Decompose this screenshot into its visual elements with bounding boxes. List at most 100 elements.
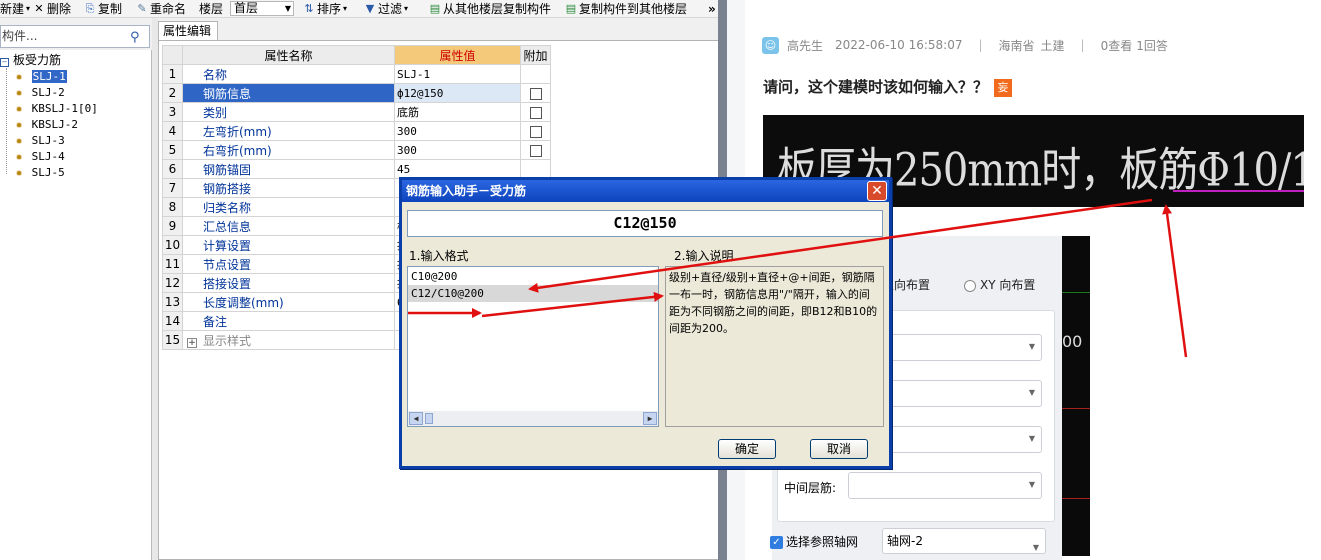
dialog-titlebar[interactable]: 钢筋输入助手－受力筋 ✕ [402, 180, 889, 202]
property-name[interactable]: 备注 [182, 311, 395, 331]
row-number: 10 [162, 235, 183, 255]
sort-button[interactable]: ⇅ 排序 ▾ [303, 0, 347, 17]
ok-button[interactable]: 确定 [718, 439, 776, 459]
floor-select[interactable]: 首层 ▼ [230, 1, 294, 16]
scroll-right-icon[interactable]: ▶ [643, 412, 657, 425]
property-name[interactable]: 钢筋锚固 [182, 159, 395, 179]
property-value[interactable]: 300 [394, 140, 521, 160]
extra-cell[interactable] [520, 140, 551, 160]
row-number: 1 [162, 64, 183, 84]
tree-item-label: SLJ-1 [31, 70, 67, 83]
tree-item[interactable]: ✹ SLJ-5 [13, 165, 65, 181]
new-button[interactable]: 新建 ▾ [0, 0, 30, 17]
table-row[interactable]: 4 左弯折(mm) 300 [162, 121, 551, 141]
cancel-button[interactable]: 取消 [810, 439, 868, 459]
location: 海南省 [998, 38, 1035, 53]
extra-checkbox[interactable] [529, 106, 542, 119]
search-icon[interactable]: ⚲ [130, 28, 146, 45]
table-row[interactable]: 6 钢筋锚固 45 [162, 159, 551, 179]
list-item[interactable]: C12/C10@200 [408, 285, 658, 302]
description-label: 2.输入说明 [674, 249, 734, 263]
row-number: 13 [162, 292, 183, 312]
extra-checkbox[interactable] [529, 125, 542, 138]
tab-property-edit[interactable]: 属性编辑 [158, 21, 218, 41]
collapse-icon[interactable]: − [0, 58, 9, 67]
property-name[interactable]: 名称 [182, 64, 395, 84]
author-name[interactable]: 高先生 [787, 37, 823, 54]
tree-item[interactable]: ✹ KBSLJ-1[0] [13, 101, 98, 117]
extra-cell[interactable] [520, 121, 551, 141]
screenshot: 新建 ▾ ✕ 删除 ⎘ 复制 ✎ 重命名 楼层 首层 ▼ ⇅ 排序 ▾ ▼ 过滤 ▾ ▤ 从其他楼层… [0, 0, 1321, 560]
category-tag[interactable]: 土建 [1041, 37, 1065, 54]
row-number: 7 [162, 178, 183, 198]
axis-checkbox[interactable]: ✓ 选择参照轴网 [770, 533, 858, 550]
table-row[interactable]: 5 右弯折(mm) 300 [162, 140, 551, 160]
copy-to-floor-button[interactable]: ▤ 复制构件到其他楼层 [565, 0, 687, 17]
filter-button[interactable]: ▼ 过滤 ▾ [364, 0, 408, 17]
property-name[interactable]: 计算设置 [182, 235, 395, 255]
tree-item[interactable]: ✹ SLJ-2 [13, 85, 65, 101]
row-number: 15 [162, 330, 183, 350]
property-name[interactable]: 类别 [182, 102, 395, 122]
extra-cell[interactable] [520, 83, 551, 103]
table-row[interactable]: 1 名称 SLJ-1 [162, 64, 551, 84]
horizontal-scrollbar[interactable]: ◀ ▶ [408, 411, 658, 426]
tree-item[interactable]: ✹ SLJ-1 [13, 69, 67, 85]
middle-layer-select[interactable]: ▼ [848, 472, 1042, 499]
delete-icon: ✕ [34, 1, 44, 15]
toolbar-overflow-button[interactable]: » [708, 0, 716, 17]
rebar-value-field[interactable]: C12@150 [407, 210, 883, 237]
property-value[interactable]: SLJ-1 [394, 64, 521, 84]
dialog-title: 钢筋输入助手－受力筋 [406, 184, 527, 198]
sort-icon: ⇅ [304, 1, 314, 15]
tree-item[interactable]: ✹ SLJ-4 [13, 149, 65, 165]
question-text: 请问，这个建模时该如何输入？？ [763, 78, 989, 96]
tree-root[interactable]: − 板受力筋 [0, 52, 61, 68]
property-value[interactable]: ф12@150 [394, 83, 521, 103]
property-value[interactable]: 45 [394, 159, 521, 179]
row-number: 8 [162, 197, 183, 217]
radio-button[interactable] [964, 279, 976, 292]
delete-button[interactable]: ✕ 删除 [33, 0, 71, 17]
question-title: 请问，这个建模时该如何输入？？ 妄 [763, 76, 1013, 97]
close-icon[interactable]: ✕ [867, 181, 887, 201]
format-list[interactable]: C10@200 C12/C10@200 ◀ ▶ [407, 266, 659, 427]
avatar-icon[interactable]: ☺ [762, 36, 779, 54]
filter-label: 过滤 [378, 1, 403, 16]
copy-from-floor-button[interactable]: ▤ 从其他楼层复制构件 [429, 0, 551, 17]
column-header-extra: 附加 [520, 45, 551, 65]
property-name[interactable]: 搭接设置 [182, 273, 395, 293]
property-name[interactable]: 归类名称 [182, 197, 395, 217]
extra-checkbox[interactable] [529, 144, 542, 157]
axis-select[interactable]: 轴网-2 ▼ [882, 528, 1046, 554]
property-value[interactable]: 300 [394, 121, 521, 141]
property-name[interactable]: 钢筋搭接 [182, 178, 395, 198]
rebar-component-icon: ✹ [15, 86, 23, 99]
scroll-thumb[interactable] [425, 413, 433, 424]
expand-icon[interactable]: + [187, 337, 197, 348]
tree-item[interactable]: ✹ KBSLJ-2 [13, 117, 78, 133]
list-item[interactable]: C10@200 [408, 268, 658, 285]
post-time: 2022-06-10 16:58:07 [835, 38, 963, 52]
extra-checkbox[interactable] [529, 87, 542, 100]
property-name[interactable]: 钢筋信息 [182, 83, 395, 103]
table-row[interactable]: 3 类别 底筋 [162, 102, 551, 122]
extra-cell[interactable] [520, 102, 551, 122]
property-name[interactable]: 左弯折(mm) [182, 121, 395, 141]
property-name[interactable]: 汇总信息 [182, 216, 395, 236]
property-name[interactable]: 长度调整(mm) [182, 292, 395, 312]
rename-button[interactable]: ✎ 重命名 [136, 0, 186, 17]
rebar-component-icon: ✹ [15, 166, 23, 179]
copy-to-label: 复制构件到其他楼层 [579, 1, 688, 16]
property-value[interactable]: 底筋 [394, 102, 521, 122]
table-row[interactable]: 2 钢筋信息 ф12@150 [162, 83, 551, 103]
property-name[interactable]: 节点设置 [182, 254, 395, 274]
radio-xy[interactable]: XY 向布置 [964, 276, 1035, 293]
property-name[interactable]: 右弯折(mm) [182, 140, 395, 160]
delete-label: 删除 [47, 1, 72, 16]
search-input[interactable]: 构件... ⚲ [0, 25, 150, 48]
copy-button[interactable]: ⎘ 复制 [84, 0, 122, 17]
tree-item[interactable]: ✹ SLJ-3 [13, 133, 65, 149]
property-name[interactable]: + 显示样式 [182, 330, 395, 350]
scroll-left-icon[interactable]: ◀ [409, 412, 423, 425]
